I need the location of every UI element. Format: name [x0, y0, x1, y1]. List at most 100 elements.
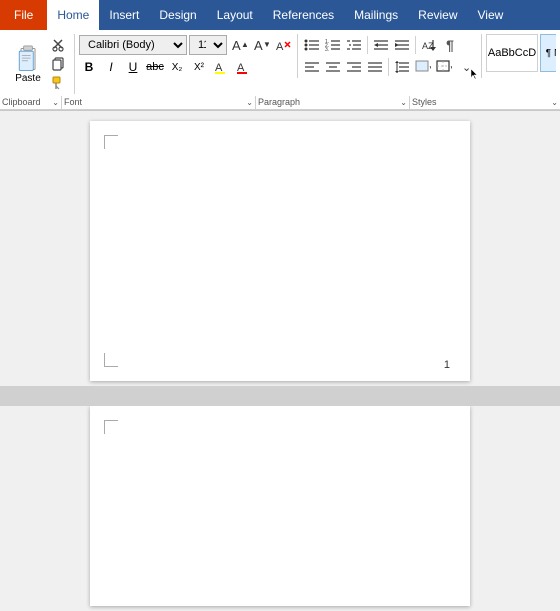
cut-button[interactable] — [48, 36, 70, 54]
decrease-indent-icon — [373, 38, 389, 52]
svg-text:▼: ▼ — [428, 64, 431, 73]
decrease-indent-button[interactable] — [371, 35, 391, 55]
subscript-button[interactable]: X₂ — [167, 57, 187, 77]
paragraph-group: 1. 2. 3. — [298, 34, 482, 78]
svg-text:⌄: ⌄ — [462, 62, 471, 74]
paragraph-label-cell: Paragraph ⌄ — [256, 96, 410, 109]
bold-button[interactable]: B — [79, 57, 99, 77]
style-normal-item[interactable]: AaBbCcD — [486, 34, 538, 72]
strikethrough-button[interactable]: abc — [145, 57, 165, 77]
font-grow-button[interactable]: A ▲ — [229, 35, 249, 55]
paste-icon — [14, 45, 42, 73]
menu-file[interactable]: File — [0, 0, 47, 30]
document-area-2[interactable] — [0, 406, 560, 611]
align-center-button[interactable] — [323, 57, 343, 77]
superscript-button[interactable]: X² — [189, 57, 209, 77]
copy-button[interactable] — [48, 55, 70, 73]
svg-text:▲: ▲ — [241, 40, 247, 49]
align-left-button[interactable] — [302, 57, 322, 77]
multilevel-list-button[interactable] — [344, 35, 364, 55]
paragraph-expand-button[interactable]: ⌄ — [457, 57, 477, 77]
font-row2: B I U abc X₂ X² A — [79, 56, 293, 78]
divider3 — [388, 58, 389, 76]
strikethrough-label: abc — [146, 61, 164, 73]
para-row1: 1. 2. 3. — [302, 34, 477, 56]
font-color-icon: A — [235, 59, 251, 75]
show-marks-button[interactable]: ¶ — [440, 35, 460, 55]
line-spacing-icon — [394, 60, 410, 74]
document-area[interactable]: 1 — [0, 111, 560, 386]
font-group-label: Font — [64, 97, 82, 107]
svg-text:A: A — [254, 38, 263, 53]
clipboard-label-cell: Clipboard ⌄ — [0, 96, 62, 109]
line-spacing-button[interactable] — [392, 57, 412, 77]
increase-indent-button[interactable] — [392, 35, 412, 55]
paragraph-expand-area: ⌄ — [457, 57, 477, 77]
subscript-label: X₂ — [172, 62, 183, 73]
corner-mark2-tl — [104, 420, 118, 434]
font-size-select[interactable]: 11 — [189, 35, 227, 55]
toolbar-row: Paste — [0, 32, 560, 96]
menu-layout[interactable]: Layout — [207, 0, 263, 30]
corner-mark-tl — [104, 135, 118, 149]
menu-bar: File Home Insert Design Layout Reference… — [0, 0, 560, 30]
styles-gallery: AaBbCcD ¶ Normal — [486, 34, 552, 72]
superscript-label: X² — [194, 62, 204, 73]
sort-button[interactable]: AZ — [419, 35, 439, 55]
clipboard-group: Paste — [4, 34, 75, 94]
styles-label-cell: Styles ⌄ — [410, 96, 560, 109]
svg-text:3.: 3. — [325, 47, 329, 52]
align-right-button[interactable] — [344, 57, 364, 77]
align-right-icon — [346, 60, 362, 74]
font-color-button[interactable]: A — [233, 57, 253, 77]
align-center-icon — [325, 60, 341, 74]
page-divider — [0, 386, 560, 406]
bullets-icon — [304, 38, 320, 52]
format-painter-icon — [52, 76, 66, 90]
sort-icon: AZ — [421, 38, 437, 52]
style-heading-item[interactable]: ¶ Normal — [540, 34, 556, 72]
shading-button[interactable]: ▼ — [413, 57, 433, 77]
multilevel-icon — [346, 38, 362, 52]
menu-design[interactable]: Design — [149, 0, 206, 30]
justify-button[interactable] — [365, 57, 385, 77]
menu-view[interactable]: View — [468, 0, 514, 30]
numbering-button[interactable]: 1. 2. 3. — [323, 35, 343, 55]
page-1[interactable]: 1 — [90, 121, 470, 381]
paste-button[interactable]: Paste — [8, 36, 48, 92]
paragraph-settings-icon: ⌄ — [459, 60, 475, 74]
copy-icon — [52, 57, 66, 71]
format-painter-button[interactable] — [48, 74, 70, 92]
menu-home[interactable]: Home — [47, 0, 99, 30]
font-name-select[interactable]: Calibri (Body) — [79, 35, 187, 55]
menu-mailings[interactable]: Mailings — [344, 0, 408, 30]
justify-icon — [367, 60, 383, 74]
italic-button[interactable]: I — [101, 57, 121, 77]
styles-expand-icon[interactable]: ⌄ — [551, 98, 558, 107]
clear-formatting-button[interactable]: A — [273, 35, 293, 55]
text-highlight-button[interactable]: A — [211, 57, 231, 77]
paste-label: Paste — [15, 73, 41, 84]
svg-text:A: A — [276, 41, 284, 53]
corner-mark-bl — [104, 353, 118, 367]
menu-insert[interactable]: Insert — [99, 0, 149, 30]
svg-text:▼: ▼ — [449, 64, 452, 73]
font-shrink-button[interactable]: A ▼ — [251, 35, 271, 55]
divider2 — [415, 36, 416, 54]
paragraph-expand-icon[interactable]: ⌄ — [400, 98, 407, 107]
font-group: Calibri (Body) 11 A ▲ A ▼ — [75, 34, 298, 78]
underline-button[interactable]: U — [123, 57, 143, 77]
menu-references[interactable]: References — [263, 0, 344, 30]
clipboard-expand-icon[interactable]: ⌄ — [52, 98, 59, 107]
align-left-icon — [304, 60, 320, 74]
highlight-icon: A — [213, 59, 229, 75]
shading-icon: ▼ — [415, 60, 431, 74]
borders-icon: ▼ — [436, 60, 452, 74]
menu-review[interactable]: Review — [408, 0, 467, 30]
font-expand-icon[interactable]: ⌄ — [246, 98, 253, 107]
borders-button[interactable]: ▼ — [434, 57, 454, 77]
increase-indent-icon — [394, 38, 410, 52]
page-2[interactable] — [90, 406, 470, 606]
bullets-button[interactable] — [302, 35, 322, 55]
style-heading-label: ¶ Normal — [546, 48, 556, 59]
